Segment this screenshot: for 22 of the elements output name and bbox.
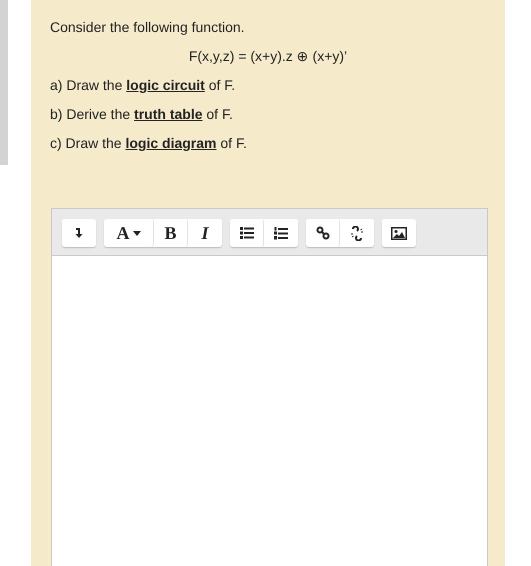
italic-button[interactable]: I [188,219,222,247]
image-button[interactable] [382,219,416,247]
collapse-button[interactable] [62,219,96,247]
arrow-down-icon [75,227,83,239]
image-icon [391,226,407,240]
answer-editor[interactable]: A B I [51,208,488,566]
question-part: c) Draw the logic diagram of F. [50,134,248,152]
unlink-button[interactable] [340,219,374,247]
link-icon [316,226,330,240]
numbered-list-icon [274,226,288,240]
question-part: b) Derive the truth table of F. [50,105,234,123]
font-button[interactable]: A [104,219,154,247]
bullets-button[interactable] [230,219,264,247]
formula: F(x,y,z) = (x+y).z ⊕ (x+y)’ [188,47,348,65]
caret-icon [132,230,140,236]
bullet-list-icon [240,227,254,239]
numbers-button[interactable] [264,219,298,247]
link-button[interactable] [306,219,340,247]
unlink-icon [349,226,365,240]
question-text: Consider the following function. [50,18,246,36]
question-part: a) Draw the logic circuit of F. [50,76,236,94]
bold-button[interactable]: B [154,219,188,247]
